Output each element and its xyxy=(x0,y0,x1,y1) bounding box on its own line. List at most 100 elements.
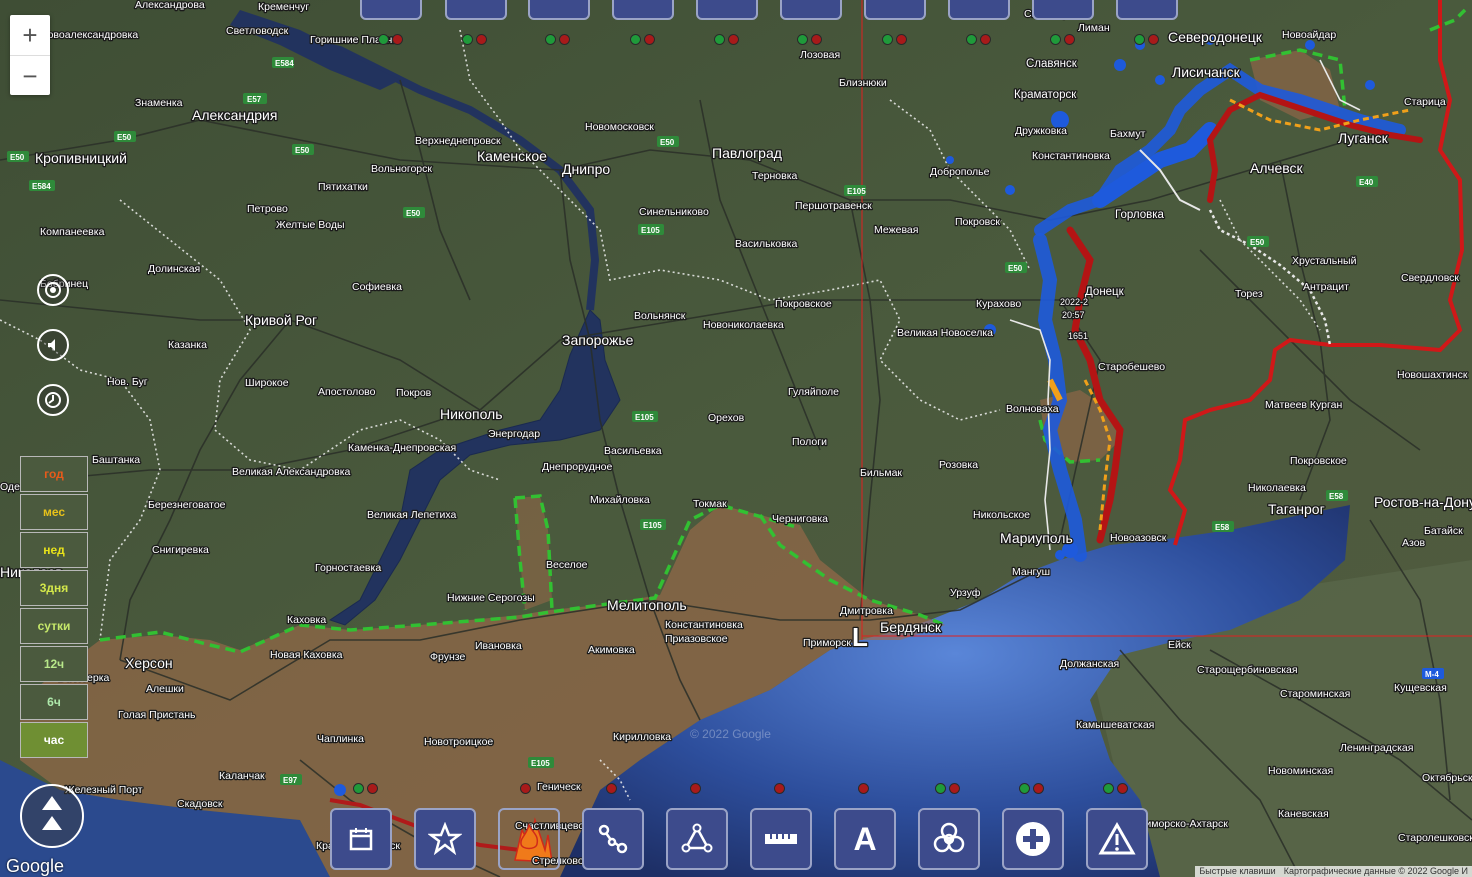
city-label: Новотроицкое xyxy=(424,736,493,748)
top-tool-1[interactable] xyxy=(360,0,422,20)
route-button[interactable] xyxy=(582,808,644,870)
map-watermark: © 2022 Google xyxy=(690,727,771,741)
city-label: Батайск xyxy=(1424,525,1463,537)
city-label: Донецк xyxy=(1085,286,1125,298)
ruler-tool-button[interactable] xyxy=(780,0,842,20)
status-dots xyxy=(774,783,785,794)
time-filter-year[interactable]: год xyxy=(20,456,88,492)
tank-button[interactable] xyxy=(528,0,590,20)
calendar-button[interactable] xyxy=(330,808,392,870)
city-label: Александрова xyxy=(135,0,205,11)
fire-button[interactable] xyxy=(498,808,560,870)
svg-text:E50: E50 xyxy=(117,133,132,142)
svg-text:E58: E58 xyxy=(1329,492,1344,501)
city-label: Должанская xyxy=(1060,658,1119,670)
status-dots xyxy=(858,783,869,794)
time-filter-hour[interactable]: час xyxy=(20,722,88,758)
comb-tool-button[interactable] xyxy=(864,0,926,20)
time-filter-week[interactable]: нед xyxy=(20,532,88,568)
svg-text:E105: E105 xyxy=(641,226,660,235)
crosshair-label: L xyxy=(852,622,868,652)
time-filter-3days[interactable]: 3дня xyxy=(20,570,88,606)
time-filter-6h[interactable]: 6ч xyxy=(20,684,88,720)
city-label: Старобешево xyxy=(1098,361,1165,373)
top-tool-2[interactable] xyxy=(445,0,507,20)
city-label: Широкое xyxy=(245,377,289,389)
city-label: Камышеватская xyxy=(1076,719,1154,731)
city-label: Торез xyxy=(1235,288,1263,300)
city-label: Орехов xyxy=(708,412,745,424)
svg-text:E105: E105 xyxy=(635,413,654,422)
copyright-text: Картографические данные © 2022 Google И xyxy=(1283,866,1468,876)
map-attribution: Быстрые клавиши Картографические данные … xyxy=(1195,866,1472,877)
fire-icon xyxy=(520,822,539,850)
city-label: Новоайдар xyxy=(1282,29,1336,41)
warning-icon xyxy=(1098,821,1136,855)
svg-text:E50: E50 xyxy=(1250,238,1265,247)
pan-control[interactable] xyxy=(20,784,84,848)
map-canvas[interactable]: L Днипро Павлоград Кривой Рог Запорожье … xyxy=(0,0,1472,877)
svg-text:E58: E58 xyxy=(1215,523,1230,532)
medical-cross-icon xyxy=(1016,822,1050,856)
city-label: Таганрог xyxy=(1268,501,1325,517)
zoom-out-button[interactable]: − xyxy=(10,56,50,96)
city-label: Розовка xyxy=(939,459,978,471)
city-label: Новая Каховка xyxy=(270,649,343,661)
city-label: Каневская xyxy=(1278,808,1329,820)
layers-button[interactable] xyxy=(37,274,69,306)
keyboard-shortcuts-link[interactable]: Быстрые клавиши xyxy=(1199,866,1275,877)
text-button[interactable]: A xyxy=(834,808,896,870)
city-label: Кропивницкий xyxy=(35,150,127,166)
city-label: Баштанка xyxy=(92,454,140,466)
biohazard-button[interactable] xyxy=(918,808,980,870)
city-label: Алешки xyxy=(146,683,184,695)
medical-button[interactable] xyxy=(1002,808,1064,870)
measure-button[interactable] xyxy=(750,808,812,870)
artillery-button[interactable] xyxy=(612,0,674,20)
polygon-button[interactable] xyxy=(666,808,728,870)
city-label: Новошахтинск xyxy=(1397,369,1468,381)
status-dots xyxy=(966,34,991,45)
city-label: Горловка xyxy=(1115,209,1164,221)
city-label: Кременчуг xyxy=(258,1,309,13)
sound-button[interactable] xyxy=(37,329,69,361)
city-label: Кущевская xyxy=(1394,682,1447,694)
city-label: Васильковка xyxy=(735,238,798,250)
triangle-network-icon xyxy=(681,823,713,853)
no-entry-button[interactable] xyxy=(1032,0,1094,20)
status-dots xyxy=(935,783,960,794)
svg-text:E50: E50 xyxy=(660,138,675,147)
favorite-button[interactable] xyxy=(414,808,476,870)
city-label: Антрацит xyxy=(1303,281,1349,293)
city-label: Терновка xyxy=(752,170,798,182)
city-label: Великая Новоселка xyxy=(897,327,993,339)
status-dots xyxy=(690,783,701,794)
zoom-in-button[interactable]: + xyxy=(10,15,50,56)
city-label: Михайловка xyxy=(590,494,650,506)
city-label: Мариуполь xyxy=(1000,530,1073,546)
time-filter-day[interactable]: сутки xyxy=(20,608,88,644)
city-label: Ивановка xyxy=(475,640,522,652)
city-label: Хрустальный xyxy=(1292,255,1357,267)
city-label: Староминская xyxy=(1280,688,1350,700)
city-label: Березнеговатое xyxy=(148,499,226,511)
status-dots xyxy=(545,34,570,45)
city-label: Дружковка xyxy=(1015,125,1067,137)
svg-text:E105: E105 xyxy=(643,521,662,530)
svg-text:E97: E97 xyxy=(283,776,298,785)
dropdown-tool-button[interactable] xyxy=(696,0,758,20)
top-tool-10[interactable] xyxy=(1116,0,1178,20)
city-label: Павлоград xyxy=(712,145,782,161)
city-label: Новоалександровка xyxy=(40,29,138,41)
status-dots xyxy=(882,34,907,45)
city-label: Днепрорудное xyxy=(542,461,613,473)
city-label: Николаевка xyxy=(1248,482,1306,494)
comb-tool-button-2[interactable] xyxy=(948,0,1010,20)
warning-button[interactable] xyxy=(1086,808,1148,870)
time-filter-month[interactable]: мес xyxy=(20,494,88,530)
city-label: Ейск xyxy=(1168,639,1191,651)
history-button[interactable] xyxy=(37,384,69,416)
city-label: Близнюки xyxy=(839,77,887,89)
city-label: Горностаевка xyxy=(315,562,381,574)
time-filter-12h[interactable]: 12ч xyxy=(20,646,88,682)
